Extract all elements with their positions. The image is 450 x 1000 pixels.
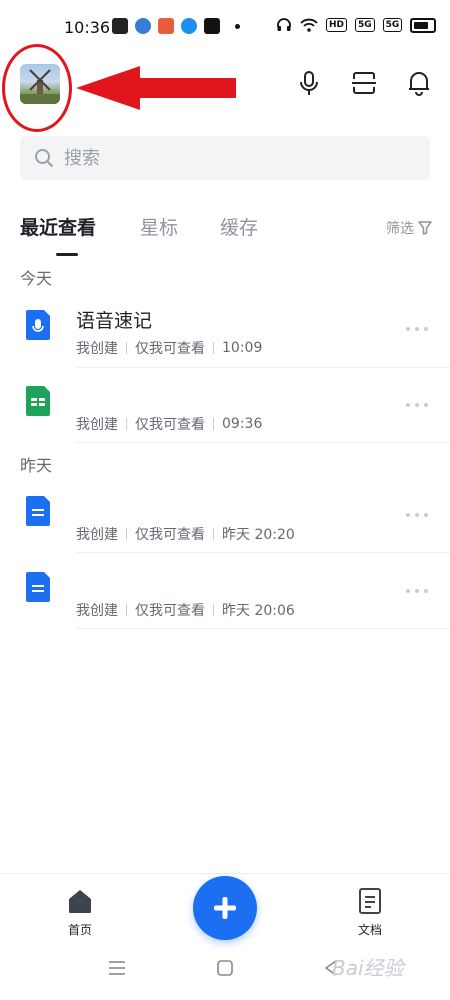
row-divider	[76, 628, 450, 629]
microphone-icon	[300, 71, 318, 95]
active-tab-indicator	[56, 253, 78, 256]
file-title: 语音速记	[76, 310, 153, 332]
file-creator: 我创建	[76, 341, 118, 357]
row-divider	[76, 552, 450, 553]
signal-5g-2: 5G	[382, 18, 403, 32]
doc-icon	[26, 572, 50, 602]
hd-badge: HD	[326, 18, 348, 32]
app-notification-icon	[112, 18, 128, 34]
scan-icon	[352, 72, 376, 94]
file-time: 10:09	[222, 340, 263, 356]
filter-button[interactable]: 筛选	[386, 218, 432, 238]
tab-recent[interactable]: 最近查看	[20, 213, 96, 240]
notifications-button[interactable]	[404, 68, 434, 98]
notification-icons	[112, 18, 240, 34]
document-icon	[359, 888, 381, 914]
system-icons: HD 5G 5G	[276, 17, 437, 33]
nav-docs-label: 文档	[357, 923, 382, 937]
file-visibility: 仅我可查看	[135, 417, 205, 433]
doc-icon	[26, 496, 50, 526]
voice-note-icon	[26, 310, 50, 340]
file-time: 昨天 20:06	[222, 603, 295, 619]
plus-icon	[214, 897, 236, 919]
file-row[interactable]: 语音速记 我创建 仅我可查看 10:09	[0, 296, 450, 368]
search-icon	[35, 149, 54, 168]
signal-5g-1: 5G	[355, 18, 375, 32]
tiktok-icon	[204, 18, 220, 34]
search-input[interactable]	[62, 146, 406, 170]
battery-icon	[410, 17, 437, 33]
filter-label: 筛选	[386, 221, 414, 237]
more-notifications-dot	[235, 23, 240, 29]
nav-home[interactable]: 首页	[50, 887, 110, 938]
headphones-icon	[277, 18, 291, 31]
file-visibility: 仅我可查看	[135, 341, 205, 357]
file-creator: 我创建	[76, 527, 118, 543]
bell-icon	[409, 72, 429, 96]
section-yesterday: 昨天	[20, 456, 53, 475]
tab-starred[interactable]: 星标	[140, 213, 178, 240]
app-notification-icon	[158, 18, 174, 34]
file-meta: 我创建 仅我可查看 09:36	[76, 414, 262, 434]
annotation-circle	[2, 44, 72, 132]
file-row[interactable]: 我创建 仅我可查看 昨天 20:06	[0, 558, 450, 630]
nav-home-label: 首页	[67, 923, 92, 937]
create-button[interactable]	[193, 876, 257, 940]
more-options-icon[interactable]	[406, 327, 428, 333]
app-notification-icon	[181, 18, 197, 34]
file-time: 09:36	[222, 416, 263, 432]
filter-icon	[418, 221, 432, 235]
row-divider	[76, 442, 450, 443]
section-today: 今天	[20, 269, 53, 288]
more-options-icon[interactable]	[406, 513, 428, 519]
status-time: 10:36	[64, 18, 111, 37]
home-square-icon[interactable]	[217, 960, 233, 976]
tab-cached[interactable]: 缓存	[220, 213, 258, 240]
file-visibility: 仅我可查看	[135, 527, 205, 543]
scan-button[interactable]	[349, 68, 379, 98]
file-time: 昨天 20:20	[222, 527, 295, 543]
file-creator: 我创建	[76, 603, 118, 619]
file-row[interactable]: 我创建 仅我可查看 昨天 20:20	[0, 482, 450, 554]
watermark-logo: Bai经验	[332, 956, 404, 980]
file-creator: 我创建	[76, 417, 118, 433]
more-options-icon[interactable]	[406, 589, 428, 595]
more-options-icon[interactable]	[406, 403, 428, 409]
menu-icon[interactable]	[108, 960, 126, 976]
voice-input-button[interactable]	[294, 68, 324, 98]
file-visibility: 仅我可查看	[135, 603, 205, 619]
file-row[interactable]: 我创建 仅我可查看 09:36	[0, 372, 450, 444]
home-icon	[69, 890, 91, 913]
app-notification-icon	[135, 18, 151, 34]
row-divider	[76, 367, 450, 368]
annotation-arrow	[76, 66, 236, 110]
sheet-icon	[26, 386, 50, 416]
wifi-icon	[300, 18, 318, 32]
file-meta: 我创建 仅我可查看 10:09	[76, 338, 262, 358]
file-meta: 我创建 仅我可查看 昨天 20:06	[76, 600, 295, 620]
nav-docs[interactable]: 文档	[340, 887, 400, 938]
file-meta: 我创建 仅我可查看 昨天 20:20	[76, 524, 295, 544]
search-bar[interactable]	[20, 136, 430, 180]
status-bar: 10:36 HD 5G 5G	[0, 0, 450, 56]
